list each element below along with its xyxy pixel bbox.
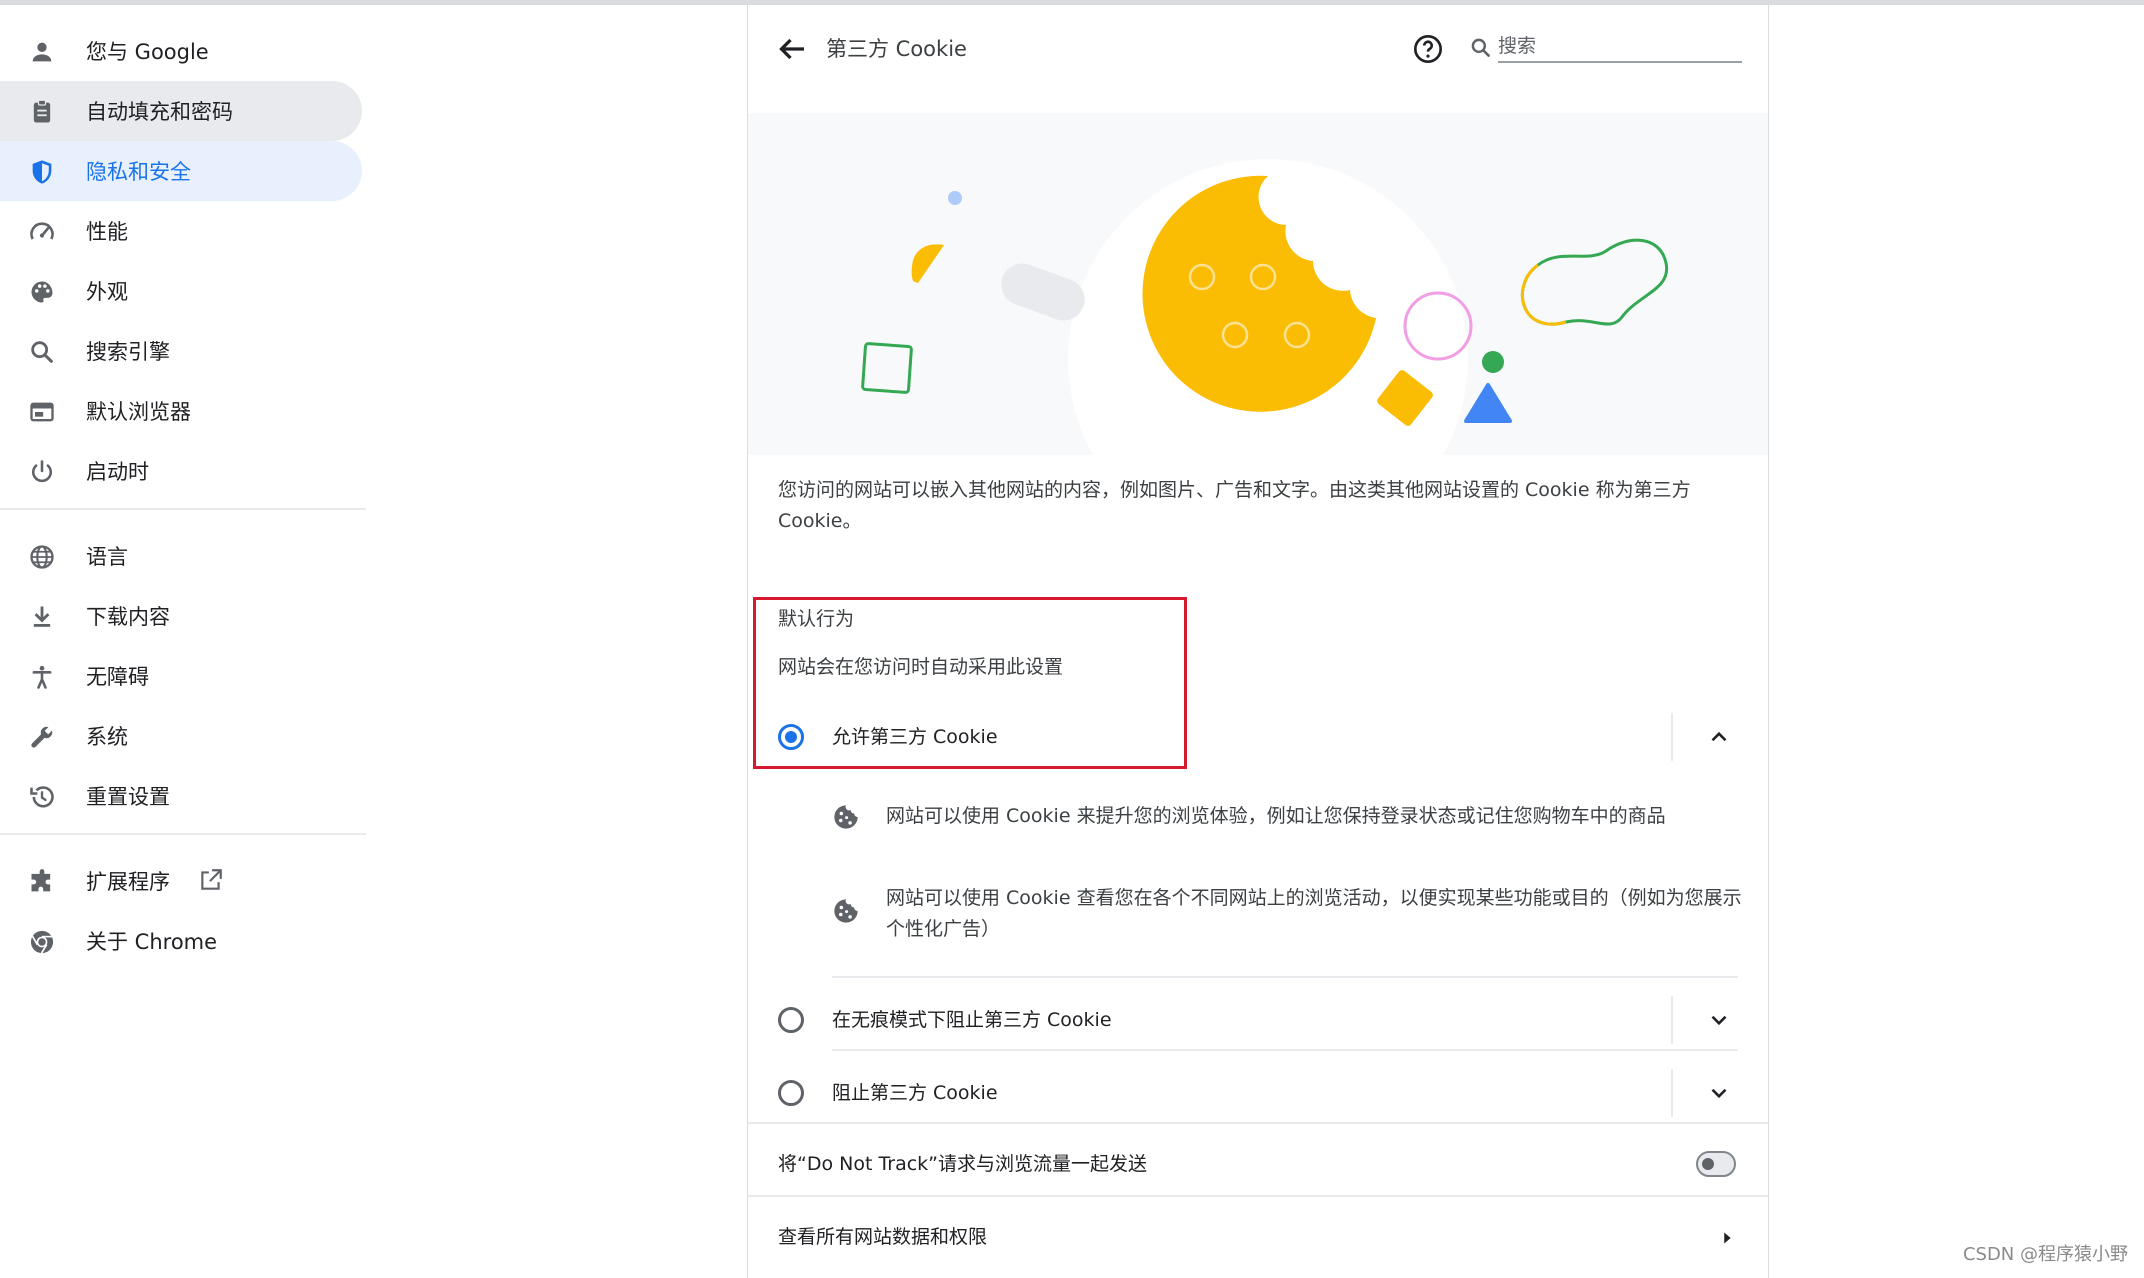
globe-icon bbox=[28, 543, 56, 571]
sidebar-item-you-and-google[interactable]: 您与 Google bbox=[0, 21, 362, 81]
row-separator bbox=[748, 1195, 1768, 1197]
puzzle-icon bbox=[28, 868, 56, 896]
speedometer-icon bbox=[28, 218, 56, 246]
search-icon bbox=[1468, 35, 1494, 61]
cookie-illustration bbox=[748, 113, 1768, 455]
help-icon[interactable] bbox=[1412, 33, 1444, 65]
chevron-down-icon[interactable] bbox=[1706, 1007, 1732, 1033]
site-data-link[interactable]: 查看所有网站数据和权限 bbox=[778, 1223, 987, 1251]
detail-text-benefit: 网站可以使用 Cookie 来提升您的浏览体验，例如让您保持登录状态或记住您购物… bbox=[886, 805, 1666, 827]
row-separator bbox=[748, 1122, 1768, 1124]
search-icon bbox=[28, 338, 56, 366]
search-input[interactable] bbox=[1498, 31, 1742, 63]
do-not-track-label: 将“Do Not Track”请求与浏览流量一起发送 bbox=[778, 1153, 1148, 1175]
shield-icon bbox=[28, 158, 56, 186]
sidebar-item-autofill[interactable]: 自动填充和密码 bbox=[0, 81, 362, 141]
power-icon bbox=[28, 458, 56, 486]
accessibility-icon bbox=[28, 663, 56, 691]
chevron-down-icon[interactable] bbox=[1706, 1080, 1732, 1106]
sidebar-item-appearance[interactable]: 外观 bbox=[0, 261, 362, 321]
open-in-new-icon[interactable] bbox=[198, 867, 224, 893]
page-title: 第三方 Cookie bbox=[826, 37, 967, 61]
sidebar-divider bbox=[0, 508, 366, 510]
intro-text: 您访问的网站可以嵌入其他网站的内容，例如图片、广告和文字。由这类其他网站设置的 … bbox=[778, 479, 1691, 532]
settings-card: 第三方 Cookie 您访问的网站可以嵌入其他网站的内容，例如图片、广告和文字。 bbox=[748, 5, 1768, 1278]
radio-block-third-party[interactable] bbox=[778, 1080, 804, 1106]
back-arrow-icon[interactable] bbox=[774, 31, 810, 67]
subpage-header: 第三方 Cookie bbox=[748, 5, 1768, 105]
option-label-block[interactable]: 阻止第三方 Cookie bbox=[832, 1079, 998, 1107]
sidebar-divider bbox=[0, 833, 366, 835]
sidebar-item-search-engine[interactable]: 搜索引擎 bbox=[0, 321, 362, 381]
cookie-icon bbox=[832, 803, 860, 831]
sidebar-item-performance[interactable]: 性能 bbox=[0, 201, 362, 261]
chevron-right-icon[interactable] bbox=[1716, 1225, 1738, 1251]
download-icon bbox=[28, 603, 56, 631]
sidebar-item-reset[interactable]: 重置设置 bbox=[0, 766, 362, 826]
radio-allow-third-party-cookies[interactable] bbox=[778, 724, 804, 750]
sidebar-item-default-browser[interactable]: 默认浏览器 bbox=[0, 381, 362, 441]
sidebar-item-extensions[interactable]: 扩展程序 bbox=[0, 851, 362, 911]
sidebar-item-system[interactable]: 系统 bbox=[0, 706, 362, 766]
option-label-block-incognito[interactable]: 在无痕模式下阻止第三方 Cookie bbox=[832, 1006, 1112, 1034]
option-divider bbox=[1671, 996, 1673, 1044]
section-subtitle: 网站会在您访问时自动采用此设置 bbox=[778, 656, 1064, 678]
sidebar-item-languages[interactable]: 语言 bbox=[0, 526, 362, 586]
cookie-icon bbox=[832, 897, 860, 925]
sidebar-item-accessibility[interactable]: 无障碍 bbox=[0, 646, 362, 706]
section-title-default-behavior: 默认行为 bbox=[778, 608, 855, 630]
palette-icon bbox=[28, 278, 56, 306]
sidebar-item-on-startup[interactable]: 启动时 bbox=[0, 441, 362, 501]
option-separator bbox=[832, 976, 1738, 978]
do-not-track-toggle[interactable] bbox=[1696, 1151, 1736, 1177]
option-divider bbox=[1671, 713, 1673, 761]
chevron-up-icon[interactable] bbox=[1706, 724, 1732, 750]
option-divider bbox=[1671, 1069, 1673, 1117]
sidebar-item-about-chrome[interactable]: 关于 Chrome bbox=[0, 911, 362, 971]
sidebar-item-downloads[interactable]: 下载内容 bbox=[0, 586, 362, 646]
watermark: CSDN @程序猿小野 bbox=[1962, 1244, 2128, 1265]
browser-window-icon bbox=[28, 398, 56, 426]
person-icon bbox=[28, 38, 56, 66]
sidebar-item-privacy[interactable]: 隐私和安全 bbox=[0, 141, 362, 201]
wrench-icon bbox=[28, 723, 56, 751]
clipboard-icon bbox=[28, 98, 56, 126]
history-icon bbox=[28, 783, 56, 811]
option-label-allow[interactable]: 允许第三方 Cookie bbox=[832, 723, 998, 751]
chrome-icon bbox=[28, 928, 56, 956]
detail-text-tracking: 网站可以使用 Cookie 查看您在各个不同网站上的浏览活动，以便实现某些功能或… bbox=[886, 887, 1742, 940]
radio-block-incognito[interactable] bbox=[778, 1007, 804, 1033]
option-separator bbox=[832, 1049, 1738, 1051]
